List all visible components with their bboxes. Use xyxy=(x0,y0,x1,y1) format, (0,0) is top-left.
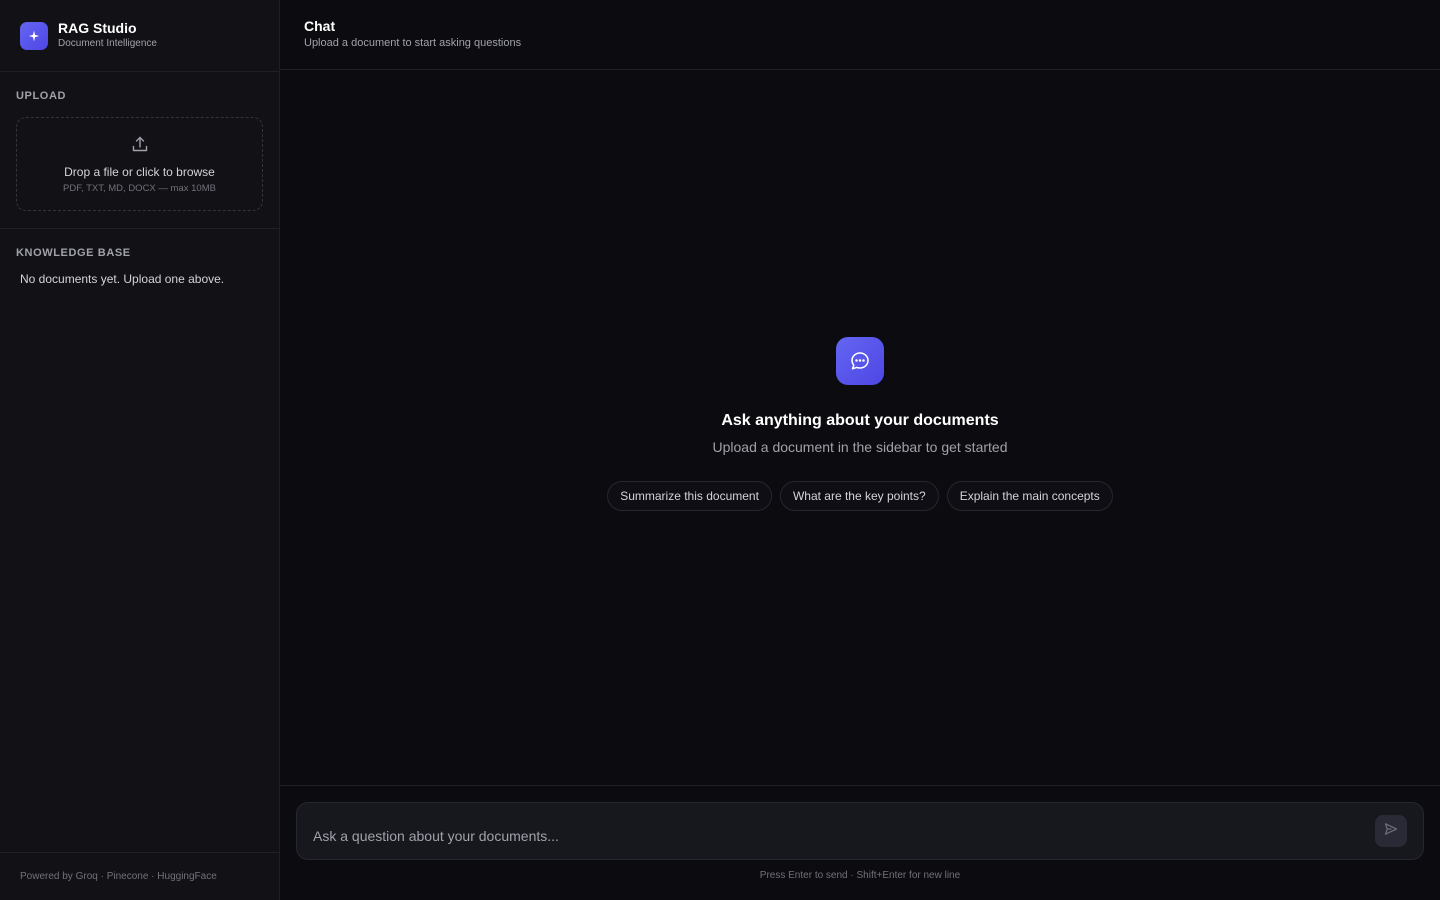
suggestion-summarize[interactable]: Summarize this document xyxy=(607,481,772,511)
question-input[interactable] xyxy=(313,818,1375,844)
upload-section-title: UPLOAD xyxy=(16,90,67,102)
chat-bubble-icon xyxy=(836,337,884,385)
suggestion-main-concepts[interactable]: Explain the main concepts xyxy=(946,481,1113,511)
empty-state-title: Ask anything about your documents xyxy=(721,412,999,429)
knowledge-base-section: KNOWLEDGE BASE No documents yet. Upload … xyxy=(0,229,279,302)
chat-header: Chat Upload a document to start asking q… xyxy=(280,0,1440,70)
suggestion-chips: Summarize this document What are the key… xyxy=(607,481,1113,511)
composer-hint: Press Enter to send · Shift+Enter for ne… xyxy=(759,870,961,881)
upload-section: UPLOAD Drop a file or click to browse PD… xyxy=(0,72,279,229)
dropzone-label: Drop a file or click to browse xyxy=(64,164,215,179)
brand-subtitle: Document Intelligence xyxy=(58,38,157,49)
empty-state-subtitle: Upload a document in the sidebar to get … xyxy=(712,439,1008,455)
knowledge-base-title: KNOWLEDGE BASE xyxy=(16,247,131,259)
upload-icon xyxy=(131,135,149,158)
chat-main: Chat Upload a document to start asking q… xyxy=(280,0,1440,900)
sidebar-footer: Powered by Groq · Pinecone · HuggingFace xyxy=(0,852,279,900)
brand-text: RAG Studio Document Intelligence xyxy=(58,20,157,51)
send-icon xyxy=(1384,822,1398,841)
brand-title: RAG Studio xyxy=(58,20,137,36)
send-button[interactable] xyxy=(1375,815,1407,847)
composer-area: Press Enter to send · Shift+Enter for ne… xyxy=(280,786,1440,881)
suggestion-key-points[interactable]: What are the key points? xyxy=(779,481,939,511)
file-dropzone[interactable]: Drop a file or click to browse PDF, TXT,… xyxy=(16,117,263,211)
sparkle-icon xyxy=(20,21,48,50)
dropzone-formats: PDF, TXT, MD, DOCX — max 10MB xyxy=(63,182,216,194)
app-window: RAG Studio Document Intelligence UPLOAD … xyxy=(0,0,1440,900)
page-subtitle: Upload a document to start asking questi… xyxy=(304,37,522,49)
composer xyxy=(296,802,1424,860)
sidebar: RAG Studio Document Intelligence UPLOAD … xyxy=(0,0,280,900)
chat-messages-area: Ask anything about your documents Upload… xyxy=(280,70,1440,786)
knowledge-base-empty: No documents yet. Upload one above. xyxy=(20,272,225,286)
page-title: Chat xyxy=(304,18,336,34)
brand: RAG Studio Document Intelligence xyxy=(0,0,279,72)
